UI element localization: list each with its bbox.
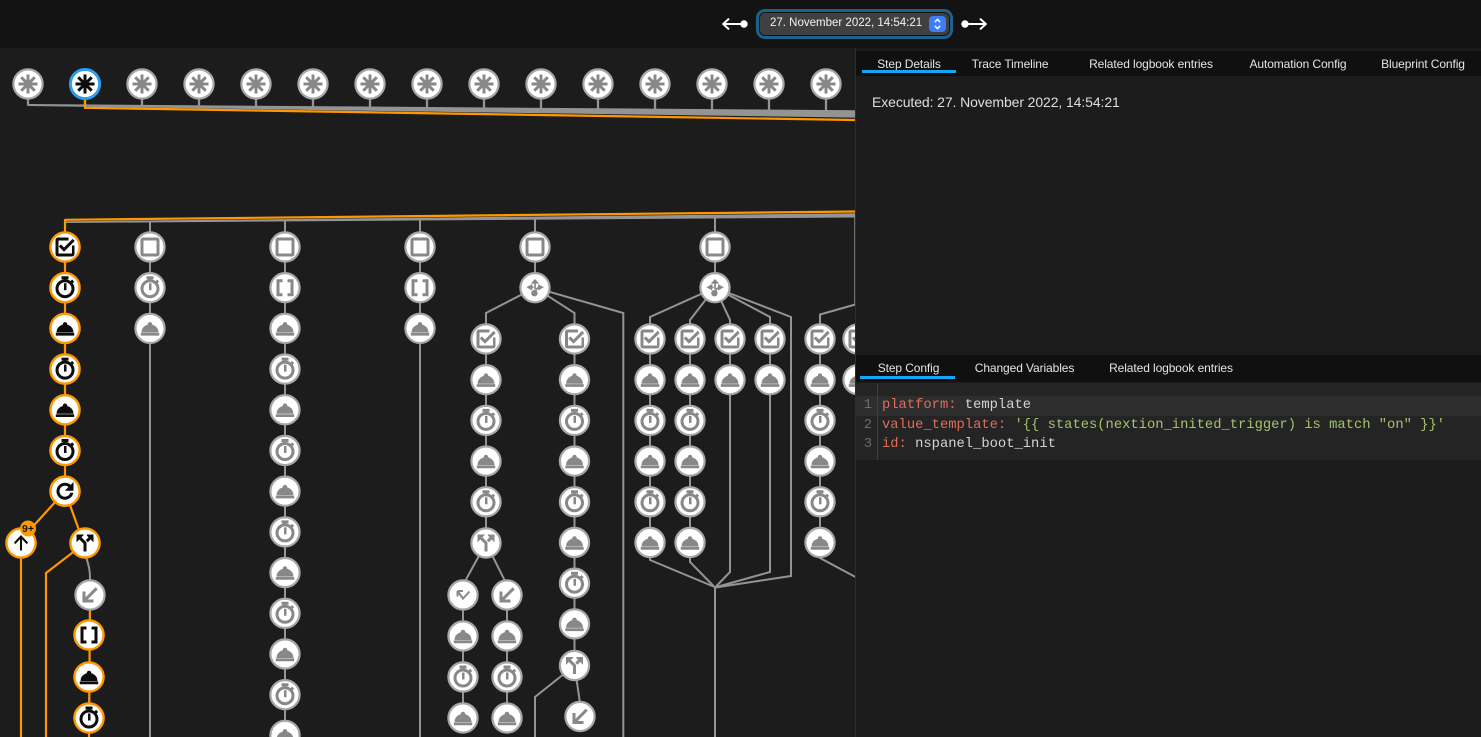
svg-text:9+: 9+ <box>22 523 34 535</box>
